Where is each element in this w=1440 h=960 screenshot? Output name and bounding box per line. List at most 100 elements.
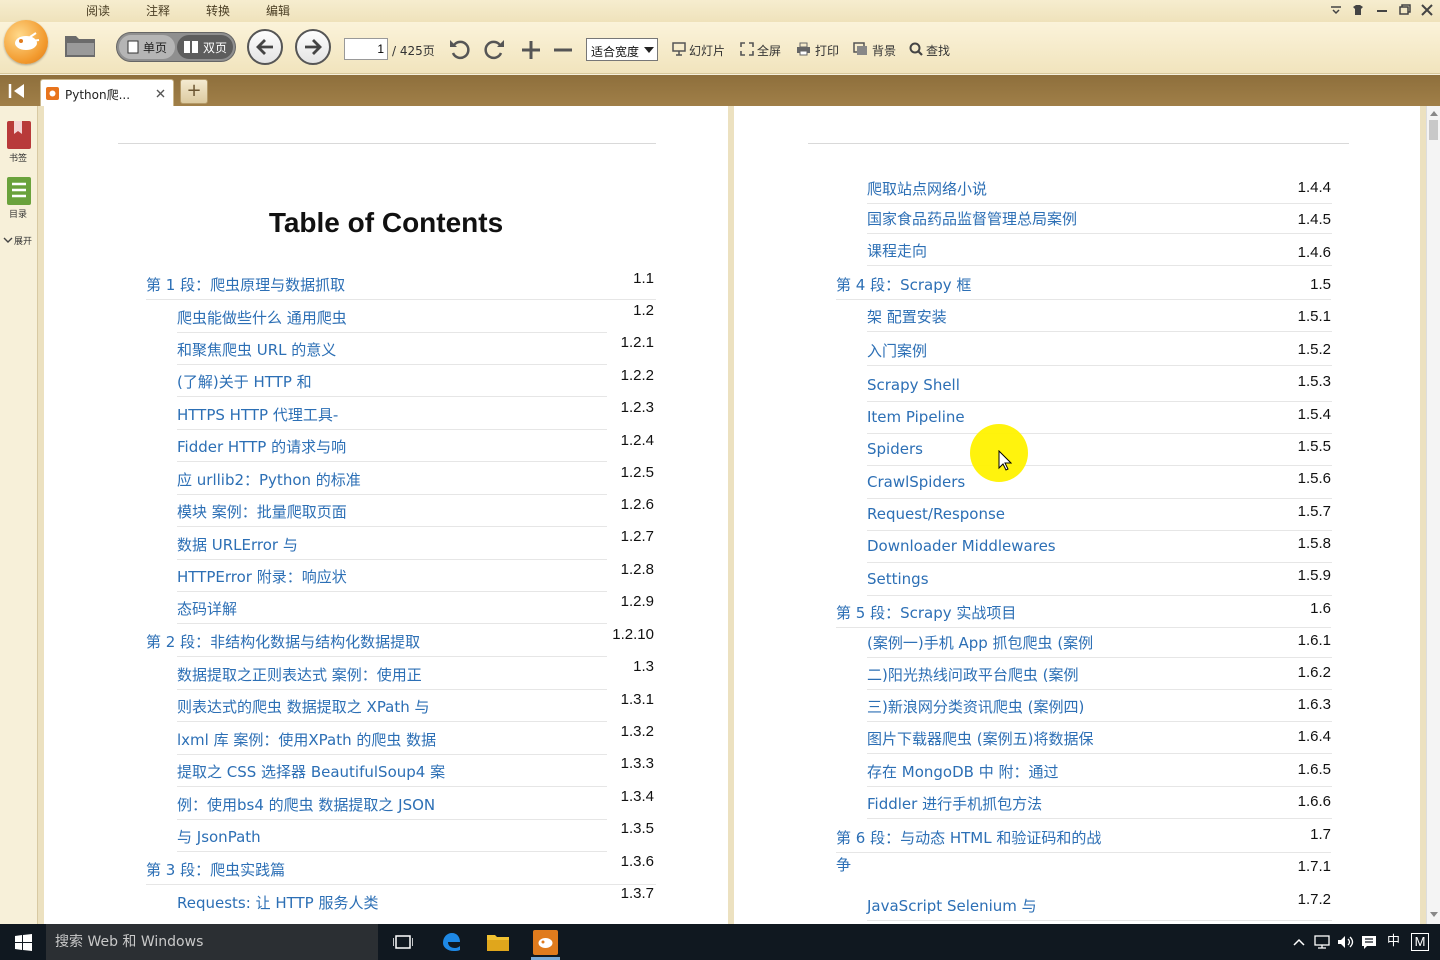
volume-icon[interactable] [1337, 935, 1355, 949]
close-tab-icon[interactable] [156, 89, 165, 98]
rotate-left-icon[interactable] [448, 37, 472, 61]
vertical-scrollbar[interactable] [1426, 106, 1440, 924]
ime-mode-indicator[interactable]: M [1411, 933, 1429, 951]
toc-entry-number: 1.2.2 [620, 367, 654, 384]
toc-entry-link[interactable]: 第 2 段：非结构化数据与结构化数据提取 [146, 631, 420, 652]
toc-entry-link[interactable]: (案例一)手机 App 抓包爬虫 (案例 [867, 632, 1093, 653]
toc-entry-link[interactable]: Spiders [867, 440, 923, 458]
toc-entry-link[interactable]: 二)阳光热线问政平台爬虫 (案例 [867, 664, 1078, 685]
open-folder-icon[interactable] [64, 32, 96, 58]
toc-row-divider [867, 365, 1332, 366]
menu-tab-edit[interactable]: 编辑 [248, 0, 308, 22]
toc-entry-link[interactable]: 争 [836, 854, 851, 875]
toc-entry-link[interactable]: 图片下载器爬虫 (案例五)将数据保 [867, 728, 1093, 749]
toc-entry-link[interactable]: 态码详解 [177, 598, 237, 619]
rotate-right-icon[interactable] [482, 37, 506, 61]
new-tab-button[interactable]: + [180, 79, 208, 104]
dropdown-menu-icon[interactable] [1330, 4, 1342, 16]
toc-entry-link[interactable]: 则表达式的爬虫 数据提取之 XPath 与 [177, 696, 430, 717]
zoom-select[interactable]: 适合宽度 [586, 38, 658, 61]
toc-entry-number: 1.5.8 [1297, 535, 1331, 552]
show-hidden-icons-icon[interactable] [1293, 937, 1305, 947]
toc-entry-link[interactable]: HTTPError 附录：响应状 [177, 566, 347, 587]
skin-icon[interactable] [1351, 3, 1365, 17]
ime-indicator[interactable]: 中 [1387, 924, 1400, 960]
toc-entry-link[interactable]: 数据 URLError 与 [177, 534, 298, 555]
right-page: 爬取站点网络小说 1.4.4 国家食品药品监督管理总局案例 1.4.5 课程走向 1.4.… [734, 106, 1420, 924]
chevron-down-icon [644, 47, 654, 53]
toc-entry-link[interactable]: (了解)关于 HTTP 和 [177, 371, 312, 392]
page-header-rule [118, 143, 656, 144]
toc-entry-link[interactable]: 与 JsonPath [177, 826, 261, 847]
next-page-button[interactable] [295, 29, 331, 65]
toc-entry-link[interactable]: 第 3 段：爬虫实践篇 [146, 859, 285, 880]
taskbar-search-box[interactable]: 搜索 Web 和 Windows [46, 924, 378, 960]
toc-entry-link[interactable]: 数据提取之正则表达式 案例：使用正 [177, 664, 422, 685]
document-viewer[interactable]: Table of Contents 第 1 段：爬虫原理与数据抓取 1.1 爬虫能做… [38, 106, 1426, 924]
toc-entry-link[interactable]: 存在 MongoDB 中 附：通过 [867, 761, 1058, 782]
toc-entry-link[interactable]: 爬取站点网络小说 [867, 178, 987, 199]
toc-entry-link[interactable]: 入门案例 [867, 340, 927, 361]
toc-entry-link[interactable]: 模块 案例：批量爬取页面 [177, 501, 347, 522]
tab-document[interactable]: Python爬... [40, 79, 174, 106]
toc-entry-link[interactable]: 架 配置安装 [867, 306, 947, 327]
toc-entry-link[interactable]: Item Pipeline [867, 408, 965, 426]
single-page-button[interactable]: 单页 [119, 35, 175, 59]
double-page-button[interactable]: 双页 [177, 35, 233, 59]
restore-icon[interactable] [1398, 3, 1412, 17]
tab-document-title: Python爬... [65, 88, 131, 102]
toc-entry-link[interactable]: 国家食品药品监督管理总局案例 [867, 208, 1077, 229]
pdf-reader-taskbar-icon[interactable] [533, 930, 558, 955]
toc-entry-link[interactable]: 爬虫能做些什么 通用爬虫 [177, 307, 347, 328]
scroll-down-icon[interactable] [1430, 912, 1438, 918]
toc-entry-link[interactable]: 应 urllib2：Python 的标准 [177, 469, 361, 490]
collapse-sidebar-icon[interactable] [8, 83, 28, 99]
toc-row-divider [867, 401, 1332, 402]
toc-entry-link[interactable]: HTTPS HTTP 代理工具- [177, 404, 338, 425]
menu-tab-read[interactable]: 阅读 [68, 0, 128, 22]
bookmarks-button[interactable]: 书签 [5, 120, 33, 164]
toc-row-divider [867, 465, 1332, 466]
edge-browser-icon[interactable] [440, 931, 462, 953]
toc-entry-link[interactable]: JavaScript Selenium 与 [867, 895, 1037, 916]
close-icon[interactable] [1420, 3, 1434, 17]
toc-entry-link[interactable]: Request/Response [867, 505, 1005, 523]
task-view-icon[interactable] [393, 934, 413, 950]
toc-entry-link[interactable]: Fiddler 进行手机抓包方法 [867, 793, 1042, 814]
toc-entry-link[interactable]: 第 4 段：Scrapy 框 [836, 274, 971, 295]
app-logo[interactable] [4, 20, 48, 64]
minimize-icon[interactable] [1375, 3, 1389, 17]
windows-start-icon[interactable] [15, 934, 32, 951]
file-explorer-icon[interactable] [486, 932, 510, 952]
toc-entry-link[interactable]: Scrapy Shell [867, 376, 960, 394]
action-center-icon[interactable] [1361, 935, 1377, 950]
toc-entry-number: 1.3 [633, 658, 654, 675]
toc-entry-link[interactable]: 课程走向 [867, 240, 927, 261]
network-icon[interactable] [1314, 935, 1330, 949]
toc-entry-link[interactable]: Requests: 让 HTTP 服务人类 [177, 892, 379, 913]
menu-tab-annotate[interactable]: 注释 [128, 0, 188, 22]
toc-entry-link[interactable]: 提取之 CSS 选择器 BeautifulSoup4 案 [177, 761, 445, 782]
scrollbar-thumb[interactable] [1429, 120, 1438, 140]
previous-page-button[interactable] [247, 29, 283, 65]
toc-entry-number: 1.3.5 [620, 820, 654, 837]
scroll-up-icon[interactable] [1430, 110, 1438, 116]
toc-entry-link[interactable]: 和聚焦爬虫 URL 的意义 [177, 339, 336, 360]
toc-title: Table of Contents [268, 207, 504, 238]
toc-entry-link[interactable]: 第 5 段：Scrapy 实战项目 [836, 602, 1016, 623]
toc-row-divider [177, 656, 607, 657]
toc-entry-link[interactable]: 第 6 段：与动态 HTML 和验证码和的战 [836, 827, 1101, 848]
toc-button[interactable]: 目录 [5, 176, 33, 220]
toc-entry-link[interactable]: lxml 库 案例：使用XPath 的爬虫 数据 [177, 729, 436, 750]
toc-entry-link[interactable]: 三)新浪网分类资讯爬虫 (案例四) [867, 696, 1084, 717]
toc-entry-link[interactable]: Downloader Middlewares [867, 537, 1056, 555]
toc-entry-link[interactable]: CrawlSpiders [867, 473, 965, 491]
zoom-in-icon[interactable] [520, 39, 542, 61]
toc-entry-link[interactable]: 第 1 段：爬虫原理与数据抓取 [146, 274, 345, 295]
toc-entry-link[interactable]: Fidder HTTP 的请求与响 [177, 436, 346, 457]
toc-entry-link[interactable]: 例：使用bs4 的爬虫 数据提取之 JSON [177, 794, 435, 815]
zoom-out-icon[interactable] [552, 39, 574, 61]
menu-tab-convert[interactable]: 转换 [188, 0, 248, 22]
page-number-input[interactable] [344, 38, 388, 60]
toc-entry-link[interactable]: Settings [867, 570, 929, 588]
